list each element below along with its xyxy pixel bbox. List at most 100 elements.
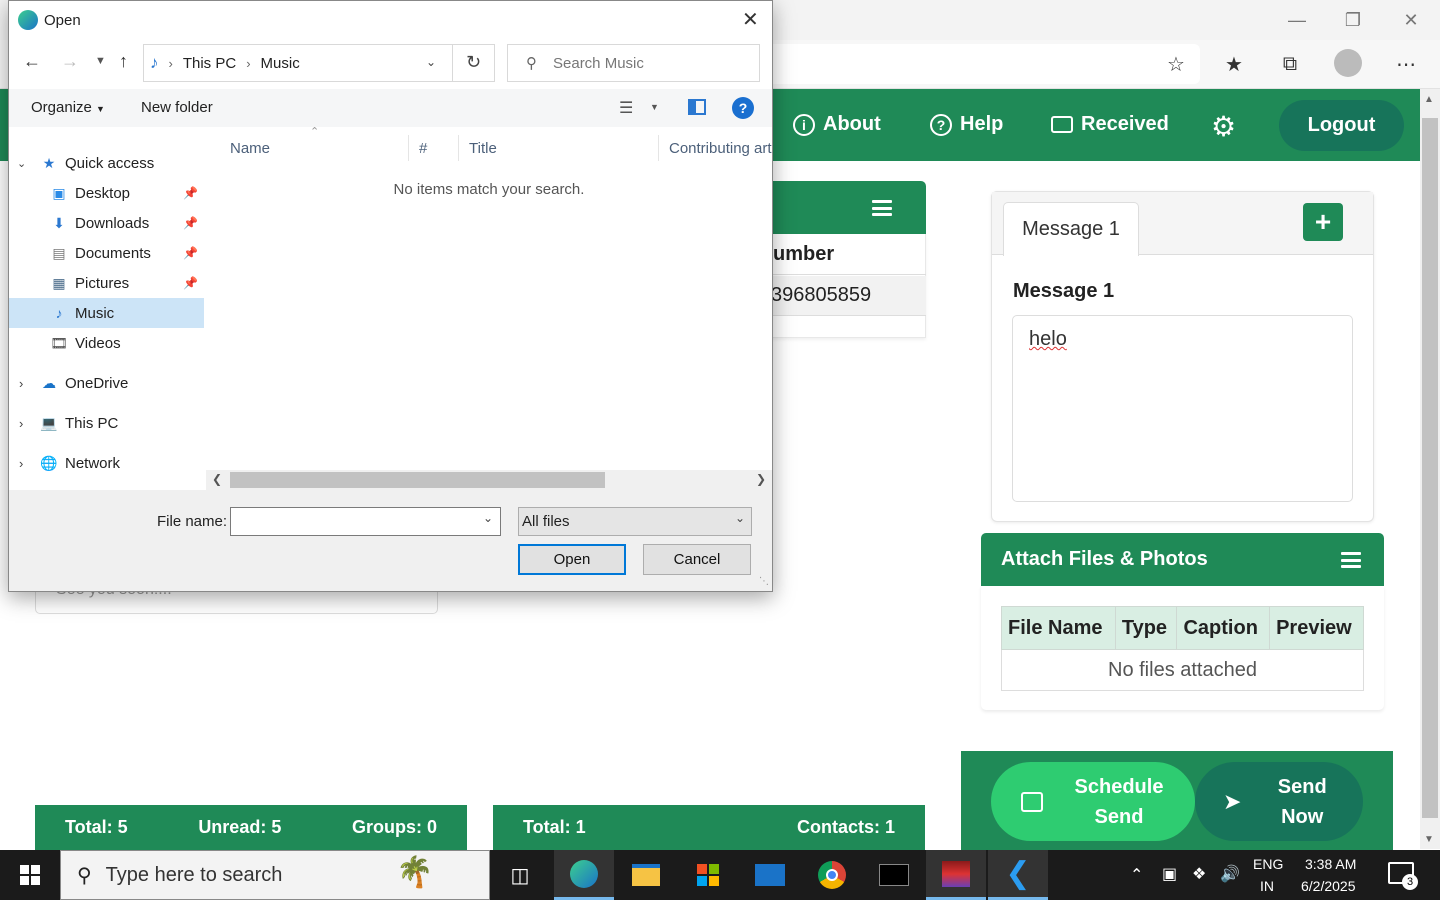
edge-logo-icon — [18, 10, 38, 30]
file-type-select[interactable]: All files ⌄ — [518, 507, 752, 536]
settings-gear-icon[interactable]: ⚙ — [1211, 110, 1236, 143]
scroll-right-icon[interactable]: ❯ — [756, 472, 766, 486]
scroll-down-icon[interactable]: ▼ — [1424, 834, 1434, 845]
up-arrow-icon[interactable]: ↑ — [119, 51, 128, 72]
address-bar[interactable] — [760, 44, 1200, 84]
tree-onedrive[interactable]: › ☁ OneDrive — [9, 368, 204, 398]
address-dropdown-icon[interactable]: ⌄ — [426, 55, 436, 69]
col-name[interactable]: Name — [220, 135, 409, 161]
schedule-send-button[interactable]: Schedule Send — [991, 762, 1195, 841]
scroll-left-icon[interactable]: ❮ — [212, 472, 222, 486]
col-title[interactable]: Title — [459, 135, 659, 161]
expanded-chevron-icon[interactable]: ⌄ — [17, 157, 31, 170]
breadcrumb-music[interactable]: Music — [261, 55, 300, 72]
nav-about[interactable]: i About — [793, 113, 881, 136]
profile-avatar[interactable] — [1334, 49, 1362, 77]
attach-title: Attach Files & Photos — [1001, 548, 1208, 570]
edge-taskbar-icon[interactable] — [554, 850, 614, 900]
help-icon[interactable]: ? — [732, 97, 754, 119]
favorites-icon[interactable]: ★ — [1218, 48, 1250, 80]
clock-date[interactable]: 6/2/2025 — [1301, 878, 1356, 894]
tree-pictures[interactable]: ▦ Pictures 📌 — [9, 268, 204, 298]
tree-network[interactable]: › 🌐 Network — [9, 448, 204, 478]
breadcrumb-this-pc[interactable]: This PC — [183, 55, 236, 72]
preview-pane-icon[interactable] — [688, 99, 706, 115]
collapsed-chevron-icon[interactable]: › — [19, 376, 33, 391]
new-folder-button[interactable]: New folder — [141, 99, 213, 116]
tab-message-1[interactable]: Message 1 — [1003, 202, 1139, 256]
back-arrow-icon[interactable]: ← — [23, 51, 41, 72]
add-message-button[interactable]: + — [1303, 203, 1343, 241]
close-window-icon[interactable]: ✕ — [1386, 2, 1436, 38]
tree-label: Desktop — [75, 184, 131, 202]
film-icon: 🎞 — [50, 334, 68, 351]
mail-icon[interactable] — [740, 850, 800, 900]
collapsed-chevron-icon[interactable]: › — [19, 456, 33, 471]
meet-now-icon[interactable]: ▣ — [1162, 864, 1177, 884]
collapsed-chevron-icon[interactable]: › — [19, 416, 33, 431]
terminal-icon[interactable] — [864, 850, 924, 900]
page-scrollbar-thumb[interactable] — [1422, 118, 1438, 818]
language-indicator[interactable]: ENG — [1253, 856, 1283, 872]
recent-locations-chevron-icon[interactable]: ▼ — [95, 55, 106, 67]
more-menu-icon[interactable]: ⋯ — [1390, 48, 1422, 80]
hamburger-menu-icon[interactable] — [872, 200, 892, 216]
send-now-button[interactable]: ➤ Send Now — [1195, 762, 1363, 841]
restore-icon[interactable]: ❐ — [1328, 2, 1378, 38]
tree-music[interactable]: ♪ Music — [9, 298, 204, 328]
nav-help[interactable]: ? Help — [930, 113, 1003, 136]
vscode-icon[interactable]: ❮ — [988, 850, 1048, 900]
region-indicator[interactable]: IN — [1260, 878, 1274, 894]
dialog-search-input[interactable]: ⚲ Search Music — [507, 44, 760, 82]
add-favorite-icon[interactable]: ☆ — [1160, 48, 1192, 80]
col-number[interactable]: # — [409, 135, 459, 161]
close-icon[interactable]: ✕ — [742, 7, 759, 32]
tree-quick-access[interactable]: ⌄ ★ Quick access — [9, 148, 204, 178]
file-explorer-icon[interactable] — [616, 850, 676, 900]
col-contributing-artists[interactable]: Contributing art — [659, 135, 772, 161]
contact-number-cell[interactable]: 396805859 — [761, 276, 926, 316]
refresh-icon[interactable]: ↻ — [466, 52, 481, 73]
chrome-icon[interactable] — [802, 850, 862, 900]
tree-documents[interactable]: ▤ Documents 📌 — [9, 238, 204, 268]
message-textarea[interactable]: helo — [1012, 315, 1353, 502]
view-options-icon[interactable]: ☰ — [619, 98, 633, 118]
logout-button[interactable]: Logout — [1279, 100, 1404, 151]
chevron-down-icon[interactable]: ⌄ — [735, 511, 745, 525]
collections-icon[interactable]: ⧉ — [1274, 48, 1306, 80]
nav-received[interactable]: Received — [1051, 113, 1169, 136]
hscroll-thumb[interactable] — [230, 472, 605, 488]
wifi-icon[interactable]: ❖ — [1192, 864, 1206, 884]
minimize-icon[interactable]: — — [1272, 2, 1322, 38]
volume-icon[interactable]: 🔊 — [1220, 864, 1240, 884]
tree-downloads[interactable]: ⬇ Downloads 📌 — [9, 208, 204, 238]
resize-grip-icon[interactable]: ⋱ — [759, 576, 769, 587]
tree-label: Network — [65, 454, 121, 472]
show-hidden-icons-icon[interactable]: ⌃ — [1130, 865, 1143, 885]
view-dropdown-icon[interactable]: ▼ — [650, 102, 659, 112]
open-button[interactable]: Open — [518, 544, 626, 575]
hamburger-menu-icon[interactable] — [1341, 552, 1361, 568]
taskbar-search-box[interactable]: ⚲ Type here to search 🌴 — [60, 850, 490, 900]
winrar-icon[interactable] — [926, 850, 986, 900]
tree-desktop[interactable]: ▣ Desktop 📌 — [9, 178, 204, 208]
organize-button[interactable]: Organize ▼ — [31, 99, 105, 116]
contacts-card-header — [760, 181, 926, 234]
stat-total: Total: 5 — [65, 817, 128, 837]
file-name-input[interactable]: ⌄ — [230, 507, 501, 536]
task-view-icon[interactable]: ◫ — [490, 850, 550, 900]
store-icon[interactable] — [678, 850, 738, 900]
windows-logo-icon — [20, 865, 40, 885]
scroll-up-icon[interactable]: ▲ — [1424, 94, 1434, 105]
search-placeholder: Search Music — [553, 54, 644, 72]
notification-center-icon[interactable]: 3 — [1388, 862, 1418, 890]
clock-time[interactable]: 3:38 AM — [1305, 856, 1356, 872]
tree-this-pc[interactable]: › 💻 This PC — [9, 408, 204, 438]
cancel-button[interactable]: Cancel — [643, 544, 751, 575]
dialog-address-bar[interactable]: ♪ › This PC › Music ⌄ ↻ — [143, 44, 495, 82]
forward-arrow-icon[interactable]: → — [61, 51, 79, 72]
tree-videos[interactable]: 🎞 Videos — [9, 328, 204, 358]
chevron-down-icon[interactable]: ⌄ — [483, 511, 493, 525]
file-list-hscrollbar[interactable]: ❮ ❯ — [206, 470, 772, 490]
start-button[interactable] — [0, 850, 60, 900]
